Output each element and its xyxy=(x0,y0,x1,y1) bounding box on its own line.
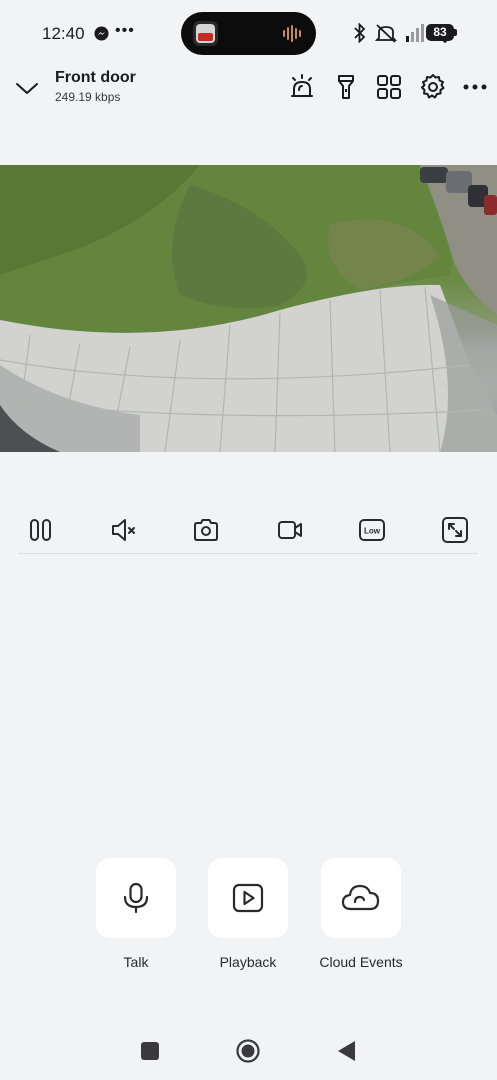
bitrate-label: 249.19 kbps xyxy=(55,90,121,104)
dynamic-island[interactable] xyxy=(181,12,316,55)
cloud-events-action: Cloud Events xyxy=(311,858,411,970)
microphone-icon xyxy=(123,882,149,914)
notification-more-icon: ••• xyxy=(115,22,135,39)
live-video-feed[interactable] xyxy=(0,165,497,452)
recents-icon[interactable] xyxy=(137,1038,163,1064)
playback-button[interactable] xyxy=(208,858,288,938)
mute-icon[interactable] xyxy=(110,516,138,544)
bluetooth-icon xyxy=(354,23,366,43)
cloud-events-button[interactable] xyxy=(321,858,401,938)
flashlight-icon[interactable] xyxy=(332,73,360,101)
grid-view-icon[interactable] xyxy=(375,73,403,101)
video-frame-image xyxy=(0,165,497,452)
page-title: Front door xyxy=(55,69,136,86)
back-icon[interactable] xyxy=(334,1038,360,1064)
talk-action: Talk xyxy=(86,858,186,970)
battery-icon: 83 xyxy=(426,24,454,41)
messenger-icon xyxy=(94,26,109,41)
status-time: 12:40 xyxy=(42,24,85,43)
system-navigation-bar xyxy=(0,1026,497,1080)
signal-icon xyxy=(406,24,424,42)
pause-icon[interactable] xyxy=(27,516,55,544)
alarm-siren-icon[interactable] xyxy=(288,73,316,101)
playback-icon xyxy=(232,883,264,913)
header: Front door 249.19 kbps xyxy=(0,66,497,116)
chevron-down-icon[interactable] xyxy=(15,78,39,98)
quality-low-icon[interactable]: Low xyxy=(358,516,386,544)
battery-tip xyxy=(454,29,457,36)
settings-icon[interactable] xyxy=(419,73,447,101)
playback-action: Playback xyxy=(198,858,298,970)
quality-label: Low xyxy=(364,527,381,536)
video-controls: Low xyxy=(18,508,478,554)
talk-label: Talk xyxy=(123,954,149,970)
cloud-events-label: Cloud Events xyxy=(319,954,403,970)
playback-label: Playback xyxy=(219,954,277,970)
mute-icon xyxy=(375,24,397,43)
status-bar: 12:40 ••• 83 xyxy=(0,0,497,66)
audio-wave-icon xyxy=(283,25,301,42)
talk-button[interactable] xyxy=(96,858,176,938)
fullscreen-icon[interactable] xyxy=(441,516,469,544)
cloud-icon xyxy=(341,884,380,911)
home-icon[interactable] xyxy=(235,1038,261,1064)
snapshot-icon[interactable] xyxy=(192,516,220,544)
record-icon[interactable] xyxy=(276,516,304,544)
more-icon[interactable] xyxy=(462,73,490,101)
island-app-icon xyxy=(193,21,218,46)
